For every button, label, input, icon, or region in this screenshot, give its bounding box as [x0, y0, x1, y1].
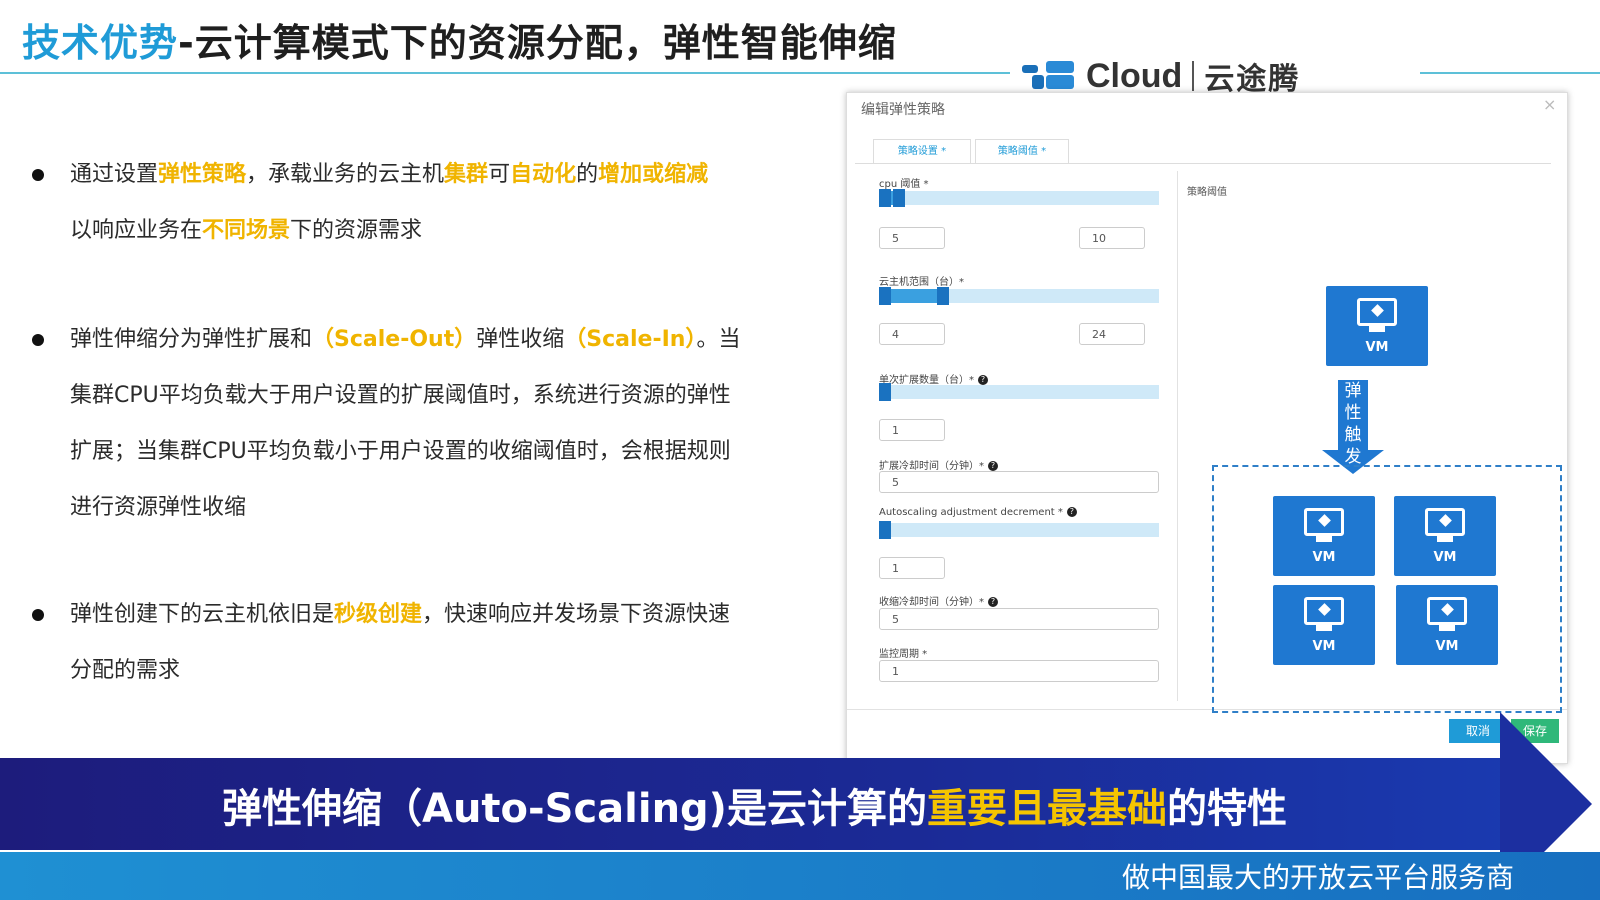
bullet-1: 通过设置弹性策略，承载业务的云主机集群可自动化的增加或缩减 以响应业务在不同场景下… [32, 147, 752, 259]
cpu-threshold-max-input[interactable]: 10 [1079, 227, 1145, 249]
bullet-2: 弹性伸缩分为弹性扩展和（Scale-Out）弹性收缩（Scale-In）。当集群… [32, 312, 752, 536]
help-icon: ? [988, 461, 998, 471]
vm-range-slider[interactable] [879, 287, 1159, 305]
monitor-period-label: 监控周期 * [879, 649, 928, 660]
vm-node: VM [1273, 585, 1375, 665]
expand-count-slider[interactable] [879, 383, 1159, 401]
monitor-icon [1304, 597, 1344, 625]
panel-divider [1177, 171, 1178, 701]
cpu-threshold-slider[interactable] [879, 189, 1159, 207]
logo-separator [1192, 61, 1195, 91]
banner-text: 弹性伸缩（Auto-Scaling)是云计算的重要且最基础的特性 [222, 786, 1287, 832]
monitor-icon [1425, 508, 1465, 536]
vm-range-label: 云主机范围（台）* [879, 277, 964, 288]
shrink-cooldown-input[interactable]: 5 [879, 608, 1159, 630]
expand-cooldown-input[interactable]: 5 [879, 471, 1159, 493]
monitor-icon [1357, 298, 1397, 326]
page-title: 技术优势-云计算模式下的资源分配，弹性智能伸缩 [22, 12, 897, 67]
tab-policy-threshold[interactable]: 策略阈值 * [975, 139, 1069, 164]
tab-divider [855, 163, 1551, 164]
vm-range-min-input[interactable]: 4 [879, 323, 945, 345]
monitor-period-input[interactable]: 1 [879, 660, 1159, 682]
trigger-label: 弹性触发 [1344, 381, 1362, 467]
monitor-icon [1427, 597, 1467, 625]
company-logo: Cloud 云途腾 [1022, 56, 1300, 97]
vm-node: VM [1394, 496, 1496, 576]
help-icon: ? [1066, 507, 1077, 517]
cpu-threshold-min-input[interactable]: 5 [879, 227, 945, 249]
vm-node: VM [1396, 585, 1498, 665]
bullet-1-text: 通过设置弹性策略，承载业务的云主机集群可自动化的增加或缩减 以响应业务在不同场景下… [70, 162, 709, 243]
tab-policy-settings[interactable]: 策略设置 * [873, 139, 971, 164]
help-icon: ? [978, 375, 988, 385]
expand-cooldown-label: 扩展冷却时间（分钟）*? [879, 457, 998, 472]
threshold-side-label: 策略阈值 [1187, 187, 1227, 198]
bullet-dot [32, 169, 44, 181]
cancel-button[interactable]: 取消 [1449, 719, 1507, 743]
bullet-dot [32, 609, 44, 621]
bullet-3: 弹性创建下的云主机依旧是秒级创建，快速响应并发场景下资源快速分配的需求 [32, 587, 752, 699]
title-divider-right [1420, 72, 1600, 74]
decrement-input[interactable]: 1 [879, 557, 945, 579]
logo-brand: Cloud [1086, 56, 1183, 95]
title-rest: -云计算模式下的资源分配，弹性智能伸缩 [178, 21, 897, 65]
bullet-dot [32, 334, 44, 346]
decrement-slider[interactable] [879, 521, 1159, 539]
bullet-2-text: 弹性伸缩分为弹性扩展和（Scale-Out）弹性收缩（Scale-In）。当集群… [70, 327, 741, 520]
title-highlight: 技术优势 [22, 21, 179, 65]
bullet-3-text: 弹性创建下的云主机依旧是秒级创建，快速响应并发场景下资源快速分配的需求 [70, 602, 731, 683]
dialog-title: 编辑弹性策略 [861, 102, 945, 118]
cpu-threshold-label: cpu 阈值 * [879, 179, 929, 190]
vm-node: VM [1273, 496, 1375, 576]
expand-count-label: 单次扩展数量（台）*? [879, 371, 988, 386]
monitor-icon [1304, 508, 1344, 536]
vm-node: VM [1326, 286, 1428, 366]
logo-mark-icon [1022, 61, 1076, 91]
close-icon[interactable]: × [1543, 95, 1556, 114]
help-icon: ? [988, 597, 998, 607]
scaled-vm-group [1212, 465, 1562, 713]
footer-slogan: 做中国最大的开放云平台服务商 [1122, 861, 1515, 894]
vm-range-max-input[interactable]: 24 [1079, 323, 1145, 345]
decrement-label: Autoscaling adjustment decrement *? [879, 507, 1077, 518]
title-divider [0, 72, 1010, 74]
shrink-cooldown-label: 收缩冷却时间（分钟）*? [879, 593, 998, 608]
expand-count-input[interactable]: 1 [879, 419, 945, 441]
